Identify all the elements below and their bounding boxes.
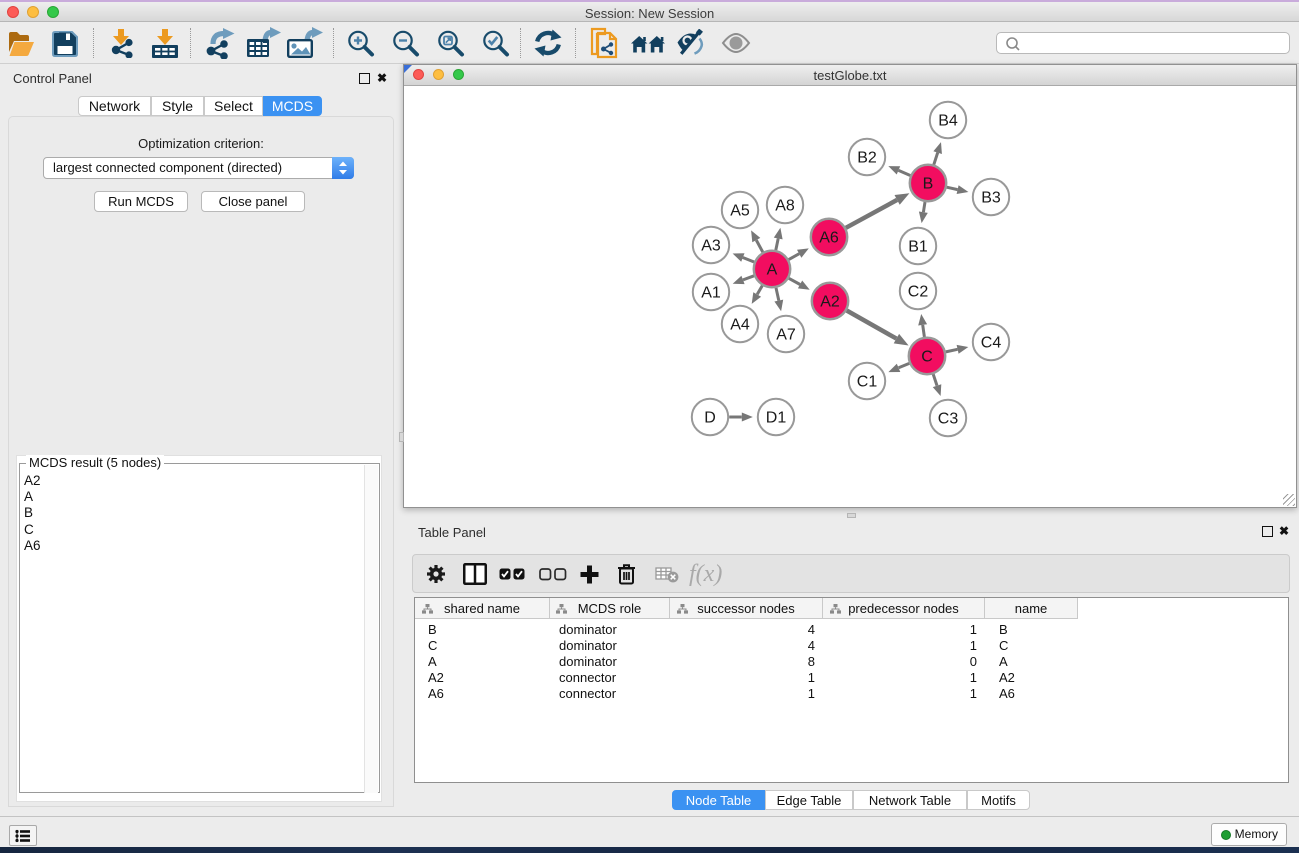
- svg-text:C: C: [921, 349, 933, 366]
- svg-text:A5: A5: [730, 203, 750, 220]
- svg-text:D: D: [704, 410, 716, 427]
- svg-text:A4: A4: [730, 317, 750, 334]
- svg-text:A2: A2: [820, 294, 840, 311]
- svg-text:B: B: [923, 176, 934, 193]
- svg-text:A1: A1: [701, 285, 721, 302]
- svg-text:A6: A6: [819, 230, 839, 247]
- svg-text:C1: C1: [857, 374, 878, 391]
- svg-text:A8: A8: [775, 198, 795, 215]
- svg-text:B4: B4: [938, 113, 958, 130]
- svg-text:D1: D1: [766, 410, 787, 427]
- svg-text:A: A: [767, 262, 778, 279]
- svg-text:C2: C2: [908, 284, 929, 301]
- svg-text:B3: B3: [981, 190, 1001, 207]
- svg-text:C3: C3: [938, 411, 959, 428]
- svg-text:B2: B2: [857, 150, 877, 167]
- svg-text:A3: A3: [701, 238, 721, 255]
- svg-text:C4: C4: [981, 335, 1002, 352]
- svg-text:A7: A7: [776, 327, 796, 344]
- svg-text:B1: B1: [908, 239, 928, 256]
